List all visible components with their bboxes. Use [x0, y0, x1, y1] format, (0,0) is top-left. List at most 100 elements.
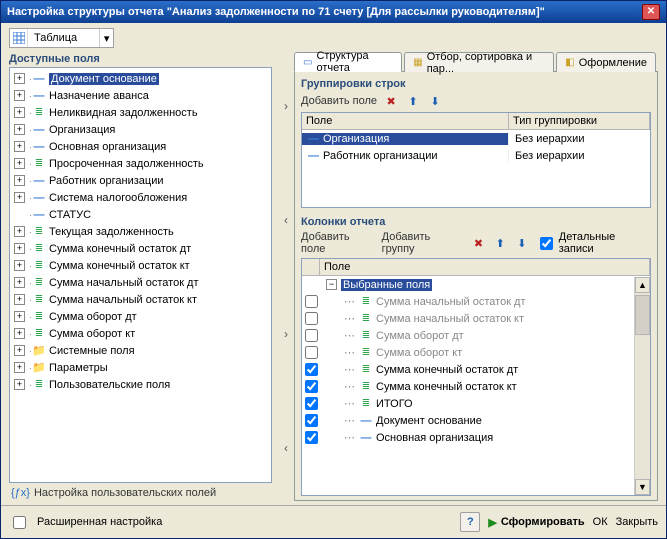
tree-item[interactable]: ·—СТАТУС [10, 206, 271, 223]
add-field-cols-link[interactable]: Добавить поле [301, 231, 376, 255]
cols-item[interactable]: ⋯—Документ основание [302, 412, 650, 429]
user-fields-link[interactable]: {ƒx} Настройка пользовательских полей [9, 483, 272, 501]
cols-item-checkbox[interactable] [305, 363, 318, 376]
cols-item[interactable]: ⋯≣Сумма оборот дт [302, 327, 650, 344]
expander-icon[interactable] [14, 311, 25, 322]
tab-structure[interactable]: ▭ Структура отчета [294, 52, 402, 72]
tree-item[interactable]: ·≣Просроченная задолженность [10, 155, 271, 172]
field-icon: ≣ [32, 226, 46, 237]
tab-filter[interactable]: ▦ Отбор, сортировка и пар... [404, 52, 554, 72]
expander-icon[interactable] [14, 294, 25, 305]
tree-item[interactable]: ·≣Сумма оборот кт [10, 325, 271, 342]
expander-icon[interactable] [14, 379, 25, 390]
top-row: Таблица ▾ [1, 23, 666, 49]
expander-icon[interactable] [14, 192, 25, 203]
expander-icon[interactable] [14, 158, 25, 169]
tree-item[interactable]: ·—Работник организации [10, 172, 271, 189]
cols-item-checkbox[interactable] [305, 295, 318, 308]
expander-icon[interactable] [14, 226, 25, 237]
cols-up-button[interactable]: ⬆ [492, 235, 508, 251]
close-icon[interactable]: ✕ [642, 4, 660, 20]
tree-item[interactable]: ·—Документ основание [10, 70, 271, 87]
expander-icon[interactable] [326, 279, 337, 290]
expander-icon[interactable] [14, 175, 25, 186]
tree-item[interactable]: ·📁Параметры [10, 359, 271, 376]
expander-icon[interactable] [14, 124, 25, 135]
cols-item-checkbox[interactable] [305, 312, 318, 325]
move-up-button[interactable]: ⬆ [405, 93, 421, 109]
cols-item[interactable]: ⋯—Основная организация [302, 429, 650, 446]
row-groups-grid[interactable]: Поле Тип группировки — ОрганизацияБез ие… [301, 112, 651, 208]
tab-format[interactable]: ◧ Оформление [556, 52, 656, 72]
col-type[interactable]: Тип группировки [509, 113, 650, 129]
expander-icon[interactable] [14, 141, 25, 152]
scroll-down-button[interactable]: ▼ [635, 479, 650, 495]
columns-scrollbar[interactable]: ▲ ▼ [634, 277, 650, 495]
expander-icon[interactable] [14, 107, 25, 118]
expander-icon[interactable] [14, 260, 25, 271]
row-group-item[interactable]: — Работник организацииБез иерархии [302, 147, 650, 164]
cols-item[interactable]: ⋯≣ИТОГО [302, 395, 650, 412]
expander-icon[interactable] [14, 73, 25, 84]
tree-item[interactable]: ·—Организация [10, 121, 271, 138]
tree-item[interactable]: ·—Система налогообложения [10, 189, 271, 206]
tree-item[interactable]: ·≣Сумма оборот дт [10, 308, 271, 325]
chevron-down-icon[interactable]: ▾ [99, 29, 113, 47]
expander-icon[interactable] [14, 362, 25, 373]
cols-item-checkbox[interactable] [305, 431, 318, 444]
row-group-item[interactable]: — ОрганизацияБез иерархии [302, 130, 650, 147]
cols-item-checkbox[interactable] [305, 329, 318, 342]
tree-item[interactable]: ·≣Сумма начальный остаток дт [10, 274, 271, 291]
col-field-header[interactable]: Поле [320, 259, 650, 275]
tree-item[interactable]: ·≣Сумма конечный остаток кт [10, 257, 271, 274]
cols-item-label: Сумма конечный остаток дт [376, 364, 518, 376]
cols-item[interactable]: ⋯≣Сумма конечный остаток кт [302, 378, 650, 395]
move-left-top-button[interactable]: ‹ [279, 213, 293, 227]
close-button[interactable]: Закрыть [616, 516, 658, 528]
advanced-checkbox[interactable] [13, 516, 26, 529]
scroll-thumb[interactable] [635, 295, 650, 335]
cols-item-checkbox[interactable] [305, 380, 318, 393]
cols-item-checkbox[interactable] [305, 414, 318, 427]
move-down-button[interactable]: ⬇ [427, 93, 443, 109]
cols-item[interactable]: ⋯≣Сумма начальный остаток дт [302, 293, 650, 310]
cols-item[interactable]: ⋯≣Сумма конечный остаток дт [302, 361, 650, 378]
field-label: Просроченная задолженность [49, 158, 204, 170]
help-button[interactable]: ? [460, 512, 480, 532]
add-group-link[interactable]: Добавить группу [382, 231, 465, 255]
tree-item[interactable]: ·≣Текущая задолженность [10, 223, 271, 240]
tree-item[interactable]: ·≣Неликвидная задолженность [10, 104, 271, 121]
add-field-link[interactable]: Добавить поле [301, 95, 377, 107]
expander-icon[interactable] [14, 243, 25, 254]
tree-item[interactable]: ·—Назначение аванса [10, 87, 271, 104]
columns-grid[interactable]: Поле Выбранные поля⋯≣Сумма начальный ост… [301, 258, 651, 496]
cols-item[interactable]: ⋯≣Сумма оборот кт [302, 344, 650, 361]
move-right-top-button[interactable]: › [279, 99, 293, 113]
delete-icon[interactable]: ✖ [383, 93, 399, 109]
expander-icon[interactable] [14, 328, 25, 339]
generate-button[interactable]: ▶ Сформировать [488, 516, 584, 529]
expander-icon[interactable] [14, 90, 25, 101]
delete-cols-icon[interactable]: ✖ [471, 235, 487, 251]
details-checkbox-wrap[interactable]: Детальные записи [536, 231, 651, 255]
expander-icon[interactable] [14, 345, 25, 356]
col-field[interactable]: Поле [302, 113, 509, 129]
available-fields-tree[interactable]: ·—Документ основание·—Назначение аванса·… [9, 67, 272, 483]
tree-item[interactable]: ·≣Пользовательские поля [10, 376, 271, 393]
move-right-bottom-button[interactable]: › [279, 327, 293, 341]
cols-item-checkbox[interactable] [305, 346, 318, 359]
cols-root-item[interactable]: Выбранные поля [302, 276, 650, 293]
tree-item[interactable]: ·—Основная организация [10, 138, 271, 155]
expander-icon[interactable] [14, 277, 25, 288]
tree-item[interactable]: ·≣Сумма конечный остаток дт [10, 240, 271, 257]
scroll-up-button[interactable]: ▲ [635, 277, 650, 293]
details-checkbox[interactable] [540, 237, 553, 250]
move-left-bottom-button[interactable]: ‹ [279, 441, 293, 455]
tree-item[interactable]: ·≣Сумма начальный остаток кт [10, 291, 271, 308]
cols-item-checkbox[interactable] [305, 397, 318, 410]
ok-button[interactable]: ОК [593, 516, 608, 528]
tree-item[interactable]: ·📁Системные поля [10, 342, 271, 359]
cols-down-button[interactable]: ⬇ [514, 235, 530, 251]
cols-item[interactable]: ⋯≣Сумма начальный остаток кт [302, 310, 650, 327]
layout-combo[interactable]: Таблица ▾ [9, 28, 114, 48]
